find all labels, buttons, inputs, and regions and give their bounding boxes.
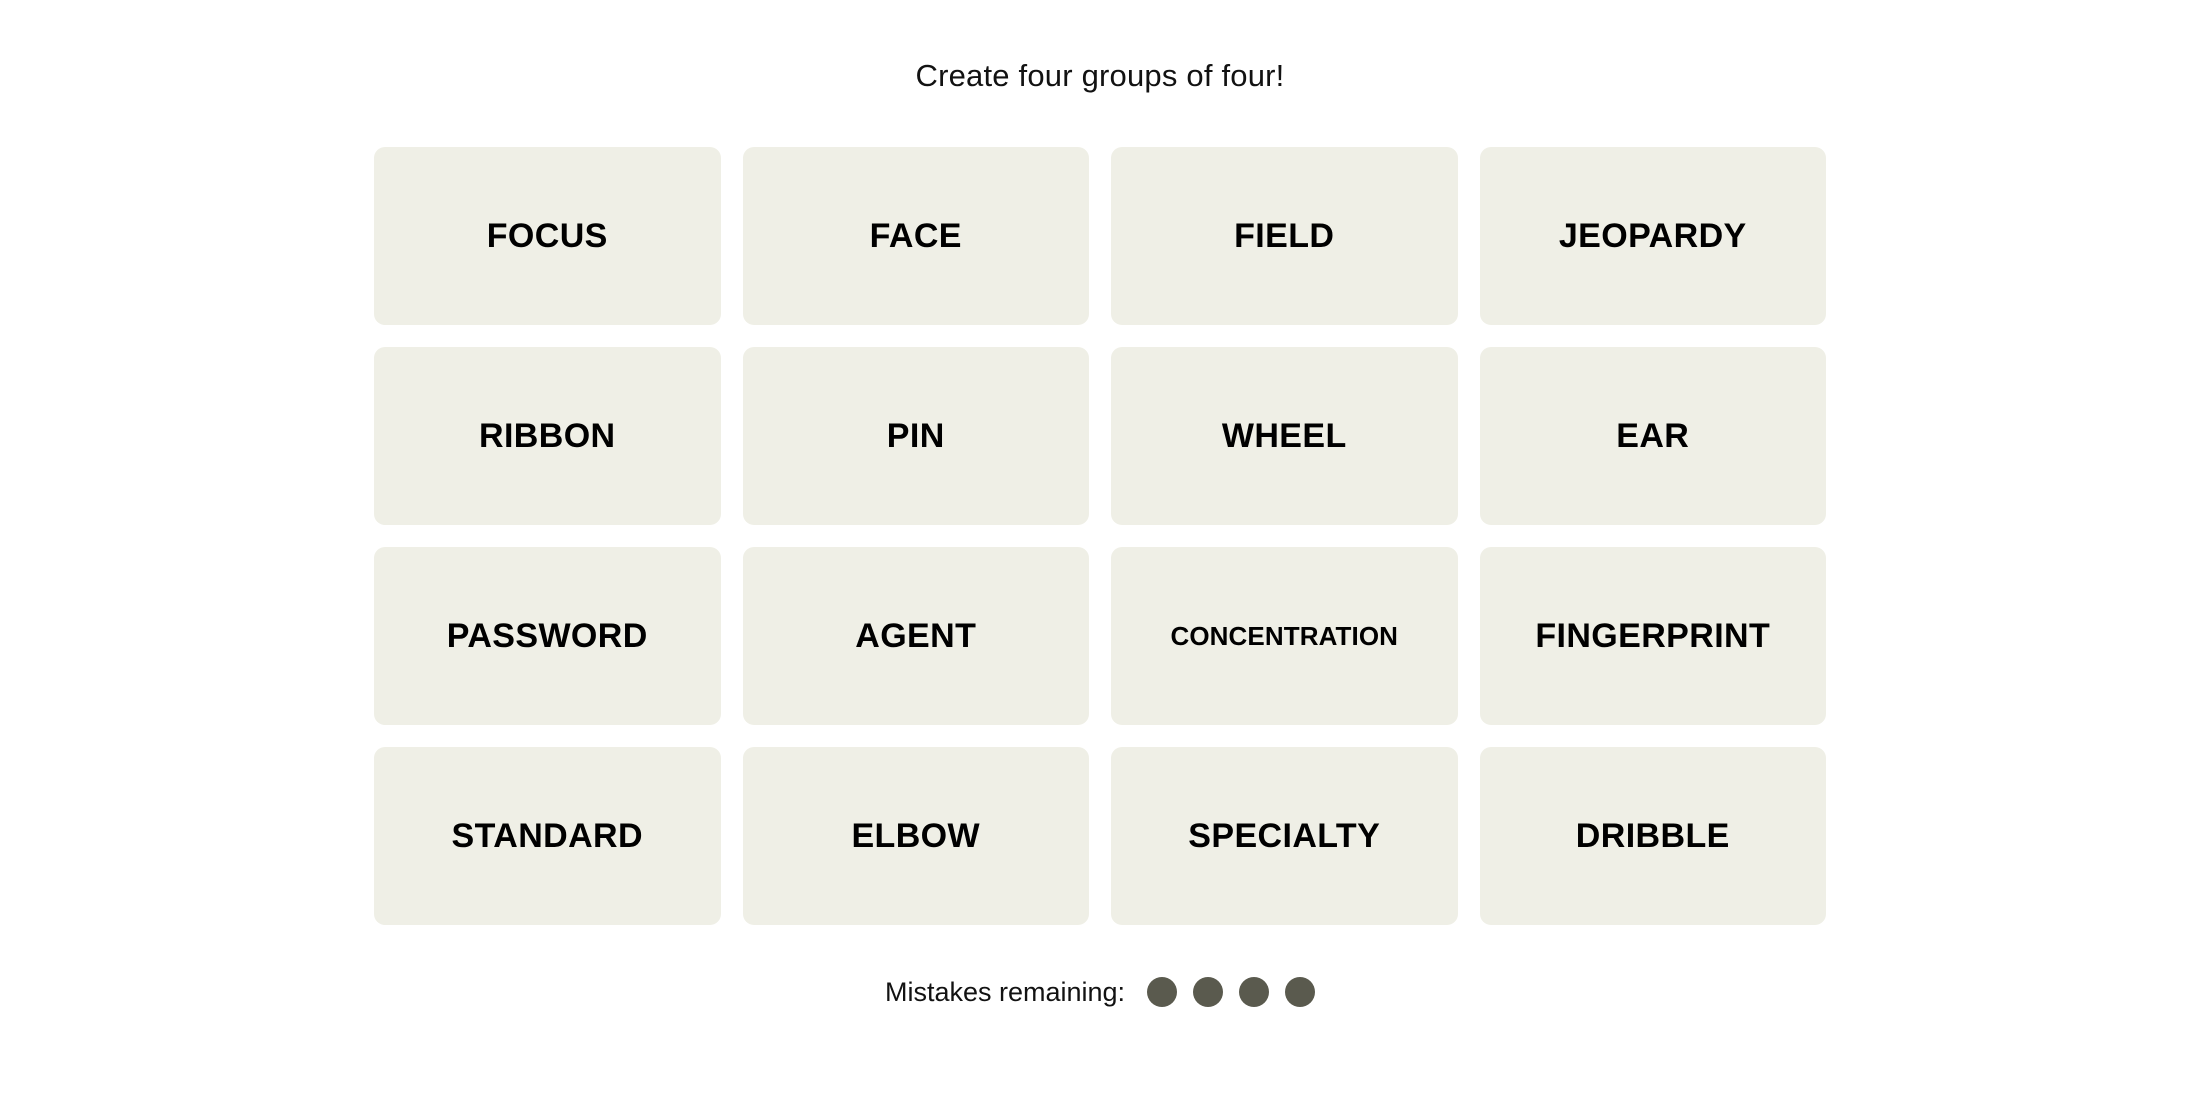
word-tile[interactable]: WHEEL <box>1111 347 1458 525</box>
word-tile-label: FACE <box>869 217 962 255</box>
word-tile-label: FIELD <box>1234 217 1335 255</box>
word-tile[interactable]: CONCENTRATION <box>1111 547 1458 725</box>
mistake-dots-group <box>1147 977 1316 1007</box>
word-tile-label: STANDARD <box>451 817 643 855</box>
word-tile[interactable]: DRIBBLE <box>1479 747 1826 925</box>
word-tile-label: AGENT <box>855 617 977 655</box>
word-tile[interactable]: PIN <box>742 347 1089 525</box>
word-tile-label: ELBOW <box>851 817 981 855</box>
word-tile[interactable]: FINGERPRINT <box>1479 547 1826 725</box>
word-tile[interactable]: FOCUS <box>374 147 721 325</box>
word-tile[interactable]: EAR <box>1479 347 1826 525</box>
word-tile-label: RIBBON <box>478 417 616 455</box>
connections-game: Create four groups of four! FOCUS FACE FIE… <box>0 0 2200 1100</box>
word-tile[interactable]: FACE <box>742 147 1089 325</box>
word-tile-label: DRIBBLE <box>1575 817 1730 855</box>
word-tile-label: JEOPARDY <box>1558 217 1747 255</box>
mistake-dot-icon <box>1193 977 1224 1007</box>
mistake-dot-icon <box>1147 977 1178 1007</box>
mistakes-remaining-label: Mistakes remaining: <box>884 976 1126 1007</box>
mistake-dot-icon <box>1285 977 1316 1007</box>
word-tile-label: CONCENTRATION <box>1170 621 1399 651</box>
word-tile[interactable]: SPECIALTY <box>1111 747 1458 925</box>
word-tile[interactable]: PASSWORD <box>374 547 721 725</box>
word-tile[interactable]: AGENT <box>742 547 1089 725</box>
word-tile-label: WHEEL <box>1221 417 1347 455</box>
mistake-dot-icon <box>1239 977 1270 1007</box>
mistakes-remaining-row: Mistakes remaining: <box>884 976 1316 1007</box>
word-tile-label: SPECIALTY <box>1188 817 1381 855</box>
word-tile-label: FOCUS <box>486 217 608 255</box>
page-title: Create four groups of four! <box>915 58 1285 93</box>
word-tile-label: EAR <box>1616 417 1690 455</box>
word-tile[interactable]: RIBBON <box>374 347 721 525</box>
word-tile[interactable]: ELBOW <box>742 747 1089 925</box>
word-tile[interactable]: STANDARD <box>374 747 721 925</box>
word-tile-label: PASSWORD <box>446 617 648 655</box>
word-tile[interactable]: FIELD <box>1111 147 1458 325</box>
word-tile-label: FINGERPRINT <box>1535 617 1771 655</box>
word-tile-label: PIN <box>886 417 945 455</box>
word-tile-grid: FOCUS FACE FIELD JEOPARDY RIBBON PIN WHEEL EAR P… <box>374 147 1826 925</box>
word-tile[interactable]: JEOPARDY <box>1479 147 1826 325</box>
